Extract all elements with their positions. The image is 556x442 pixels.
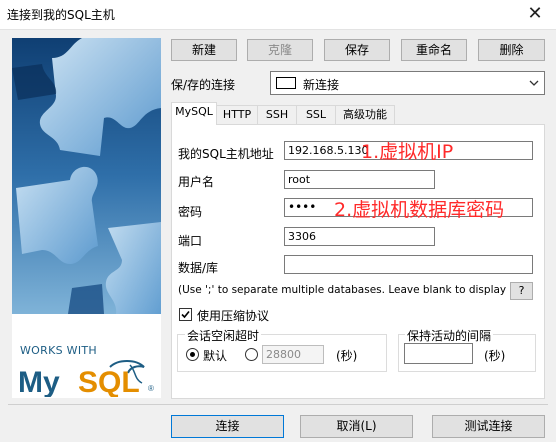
compression-label: 使用压缩协议: [197, 309, 270, 323]
svg-text:SQL: SQL: [78, 366, 140, 397]
timeout-default-radio[interactable]: [186, 348, 199, 361]
mysql-logo: My SQL ®: [18, 357, 158, 398]
session-timeout-label: 会话空闲超时: [185, 327, 262, 344]
keepalive-label: 保持活动的间隔: [405, 327, 494, 344]
chevron-down-icon: [529, 80, 539, 86]
host-label: 我的SQL主机地址: [178, 147, 274, 161]
port-label: 端口: [178, 234, 203, 248]
title-bar: 连接到我的SQL主机 ✕: [0, 0, 556, 30]
saved-connection-value: 新连接: [303, 78, 340, 92]
svg-text:®: ®: [148, 384, 154, 393]
timeout-custom-radio[interactable]: [245, 348, 258, 361]
branding-panel: WORKS WITH My SQL ®: [12, 38, 161, 398]
keepalive-unit: (秒): [484, 349, 506, 363]
database-hint: (Use ';' to separate multiple databases.…: [178, 284, 526, 296]
rename-button[interactable]: 重命名: [401, 39, 467, 61]
timeout-seconds-input[interactable]: 28800: [262, 345, 324, 364]
timeout-unit: (秒): [336, 349, 358, 363]
tab-advanced[interactable]: 高级功能: [335, 105, 395, 125]
host-annotation: 1.虚拟机IP: [361, 141, 454, 163]
window-title: 连接到我的SQL主机: [7, 8, 115, 22]
tab-http[interactable]: HTTP: [216, 105, 258, 125]
keepalive-input[interactable]: [404, 343, 473, 364]
puzzle-image: [12, 38, 161, 314]
save-button[interactable]: 保存: [324, 39, 390, 61]
radio-selected-dot: [190, 352, 195, 357]
user-label: 用户名: [178, 175, 215, 189]
new-button[interactable]: 新建: [171, 39, 237, 61]
test-connection-button[interactable]: 测试连接: [432, 415, 545, 438]
tab-ssl[interactable]: SSL: [296, 105, 336, 125]
footer-separator: [8, 404, 548, 405]
password-label: 密码: [178, 205, 203, 219]
saved-connection-label: 保/存的连接: [171, 78, 236, 92]
port-input[interactable]: 3306: [284, 227, 435, 246]
svg-text:My: My: [18, 366, 60, 397]
help-button[interactable]: ?: [510, 282, 533, 300]
connect-button[interactable]: 连接: [171, 415, 284, 438]
close-icon[interactable]: ✕: [520, 2, 550, 26]
connection-color-swatch: [276, 77, 296, 89]
tab-ssh[interactable]: SSH: [257, 105, 297, 125]
cancel-button[interactable]: 取消(L): [300, 415, 413, 438]
clone-button[interactable]: 克隆: [247, 39, 313, 61]
check-icon: [181, 310, 190, 319]
tab-mysql[interactable]: MySQL: [171, 102, 217, 125]
timeout-default-label: 默认: [203, 349, 228, 363]
user-input[interactable]: root: [284, 170, 435, 189]
database-label: 数据/库: [178, 261, 219, 275]
password-annotation: 2.虚拟机数据库密码: [334, 199, 505, 221]
compression-checkbox[interactable]: [179, 308, 192, 321]
database-input[interactable]: [284, 255, 533, 274]
delete-button[interactable]: 删除: [478, 39, 545, 61]
works-with-text: WORKS WITH: [20, 344, 97, 357]
saved-connection-select[interactable]: 新连接: [270, 71, 545, 95]
